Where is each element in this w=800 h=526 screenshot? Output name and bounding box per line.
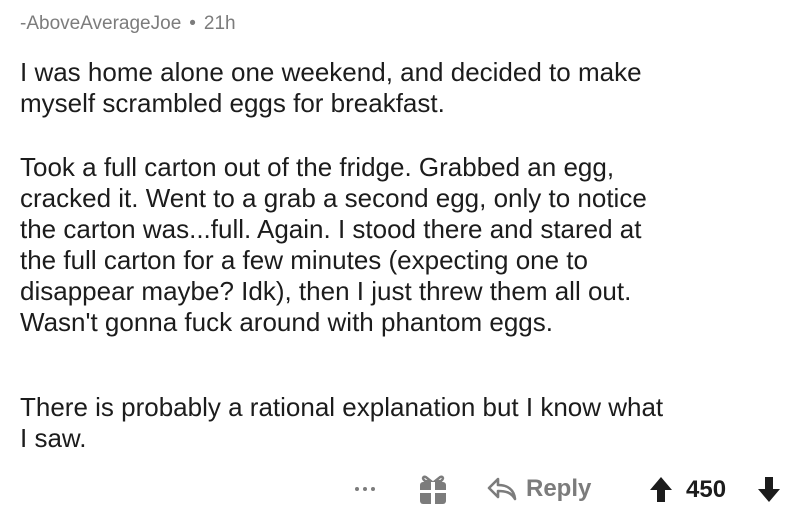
reply-label: Reply	[526, 475, 592, 502]
more-options-button[interactable]	[348, 474, 382, 504]
comment-age[interactable]: 21h	[204, 13, 236, 34]
ellipsis-icon	[355, 487, 359, 491]
upvote-button[interactable]	[646, 474, 676, 504]
comment-paragraph-3: There is probably a rational explanation…	[20, 392, 664, 453]
reply-arrow-icon	[487, 477, 517, 501]
award-button[interactable]	[416, 472, 450, 506]
gift-icon	[420, 475, 446, 504]
comment-meta: -AboveAverageJoe • 21h	[20, 12, 236, 36]
comment-actions: Reply 450	[20, 472, 800, 508]
author-name[interactable]: -AboveAverageJoe	[20, 13, 181, 34]
up-arrow-icon	[650, 477, 672, 502]
comment-paragraph-2: Took a full carton out of the fridge. Gr…	[20, 152, 647, 337]
meta-separator: •	[189, 13, 196, 34]
down-arrow-icon	[758, 477, 780, 502]
reply-button[interactable]: Reply	[486, 472, 591, 506]
vote-score: 450	[686, 476, 727, 503]
downvote-button[interactable]	[754, 474, 784, 504]
comment-paragraph-1: I was home alone one weekend, and decide…	[20, 57, 642, 118]
